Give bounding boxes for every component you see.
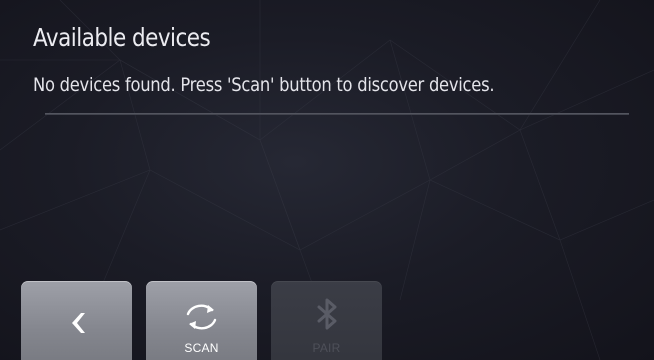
pair-button-label: PAIR bbox=[312, 341, 341, 355]
scan-button-label: SCAN bbox=[184, 341, 219, 355]
scan-button[interactable]: SCAN bbox=[146, 281, 257, 360]
bluetooth-icon bbox=[317, 298, 337, 330]
divider bbox=[45, 113, 629, 115]
chevron-left-icon bbox=[72, 313, 85, 333]
pair-button[interactable]: PAIR bbox=[271, 281, 382, 360]
status-message: No devices found. Press 'Scan' button to… bbox=[33, 74, 495, 96]
page-title: Available devices bbox=[33, 23, 211, 52]
refresh-icon bbox=[186, 304, 217, 330]
back-button[interactable] bbox=[21, 281, 132, 360]
bluetooth-device-screen: Available devices No devices found. Pres… bbox=[0, 0, 654, 360]
